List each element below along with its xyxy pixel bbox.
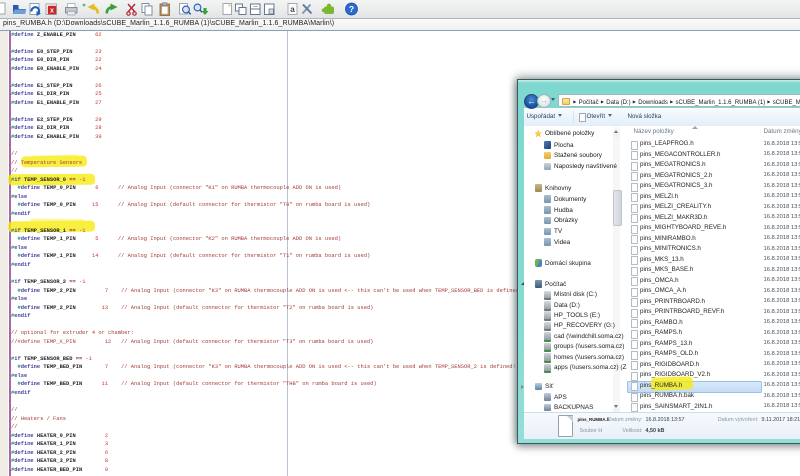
svg-text:?: ? <box>349 4 354 14</box>
svg-text:a: a <box>290 5 295 14</box>
svg-text:x: x <box>50 8 54 15</box>
